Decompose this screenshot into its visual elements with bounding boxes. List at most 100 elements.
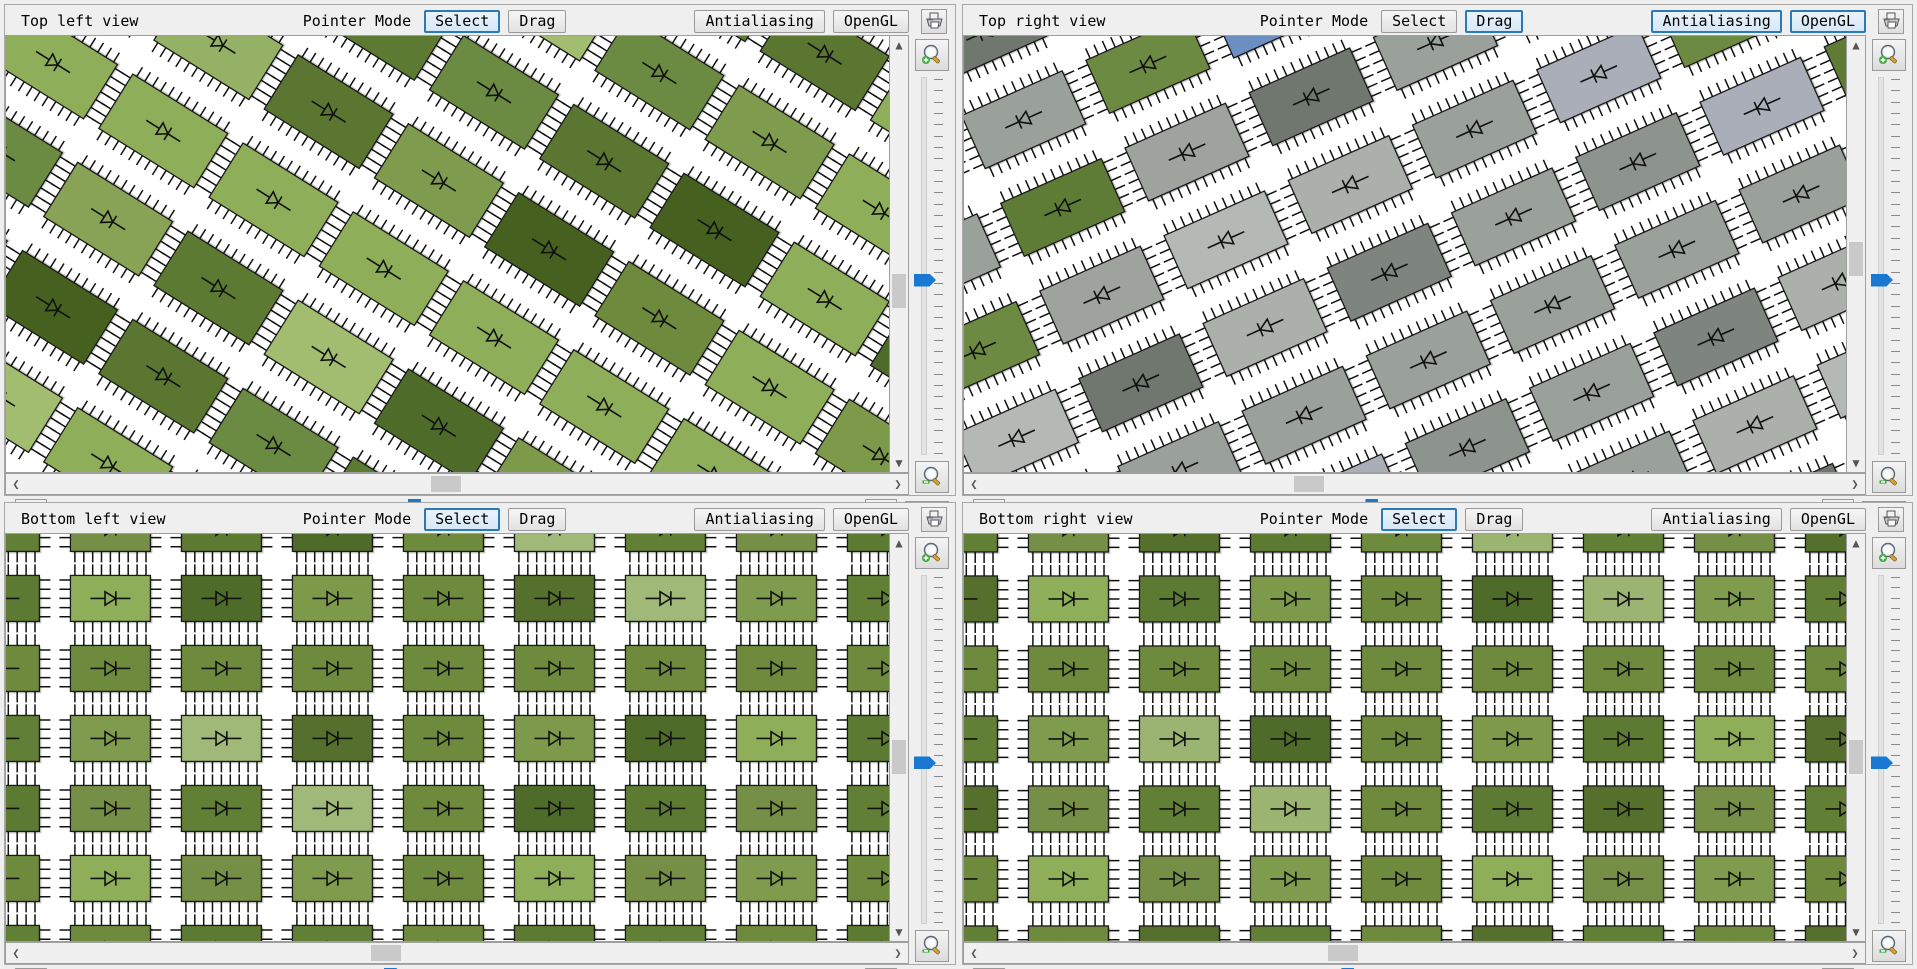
horizontal-scrollbar-thumb[interactable] xyxy=(431,476,462,492)
zoom-slider[interactable] xyxy=(1869,575,1909,924)
vertical-scrollbar-thumb[interactable] xyxy=(1849,242,1863,276)
scroll-up-icon[interactable]: ▲ xyxy=(1852,36,1859,54)
horizontal-scrollbar-track[interactable] xyxy=(26,943,888,963)
horizontal-scrollbar-track[interactable] xyxy=(984,943,1845,963)
horizontal-scrollbar[interactable]: ❮ ❯ xyxy=(5,473,909,495)
drag-button[interactable]: Drag xyxy=(508,9,567,33)
zoom-in-button[interactable] xyxy=(1872,39,1906,71)
antialiasing-button[interactable]: Antialiasing xyxy=(1651,507,1782,531)
zoom-in-button[interactable] xyxy=(1872,537,1906,569)
zoom-slider[interactable] xyxy=(1869,77,1909,455)
select-button[interactable]: Select xyxy=(1381,507,1458,531)
scroll-down-icon[interactable]: ▼ xyxy=(1852,454,1859,472)
pointer-mode-label: Pointer Mode xyxy=(302,510,412,528)
zoom-slider-knob[interactable] xyxy=(914,273,936,287)
zoom-slider-knob[interactable] xyxy=(1871,756,1893,770)
horizontal-scrollbar[interactable]: ❮ ❯ xyxy=(963,473,1866,495)
drag-button[interactable]: Drag xyxy=(1465,507,1524,531)
application-window: Top left view Pointer Mode Select Drag A… xyxy=(0,0,1917,969)
zoom-slider-ticks xyxy=(1891,79,1903,454)
scroll-left-icon[interactable]: ❮ xyxy=(6,477,26,491)
pointer-mode-label: Pointer Mode xyxy=(1259,510,1369,528)
magnifier-minus-icon xyxy=(922,935,940,955)
scene-canvas-top-left[interactable] xyxy=(5,35,889,473)
scene-canvas-top-right[interactable] xyxy=(963,35,1846,473)
vertical-scrollbar[interactable]: ▲ ▼ xyxy=(1846,533,1866,942)
select-button[interactable]: Select xyxy=(424,9,501,33)
rotation-control-row: 0 xyxy=(5,964,955,969)
zoom-slider[interactable] xyxy=(912,575,952,924)
scroll-left-icon[interactable]: ❮ xyxy=(964,477,984,491)
vertical-scrollbar-thumb[interactable] xyxy=(892,740,906,774)
vertical-scrollbar[interactable]: ▲ ▼ xyxy=(889,533,909,942)
select-button[interactable]: Select xyxy=(424,507,501,531)
drag-button[interactable]: Drag xyxy=(508,507,567,531)
horizontal-scrollbar[interactable]: ❮ ❯ xyxy=(5,942,909,964)
rotation-control-row: 0 xyxy=(963,964,1912,969)
zoom-in-button[interactable] xyxy=(915,39,949,71)
drag-button[interactable]: Drag xyxy=(1465,9,1524,33)
scene-canvas-bottom-left[interactable] xyxy=(5,533,889,942)
horizontal-scrollbar-track[interactable] xyxy=(26,474,888,494)
opengl-button[interactable]: OpenGL xyxy=(1789,9,1866,33)
zoom-out-button[interactable] xyxy=(1872,461,1906,493)
scroll-down-icon[interactable]: ▼ xyxy=(1852,923,1859,941)
zoom-in-button[interactable] xyxy=(915,537,949,569)
scroll-down-icon[interactable]: ▼ xyxy=(895,454,902,472)
horizontal-scrollbar-thumb[interactable] xyxy=(1328,945,1359,961)
print-button[interactable] xyxy=(1878,506,1904,532)
zoom-slider[interactable] xyxy=(912,77,952,455)
scroll-down-icon[interactable]: ▼ xyxy=(895,923,902,941)
select-button[interactable]: Select xyxy=(1381,9,1458,33)
canvas-wrap: ▲ ▼ xyxy=(963,35,1866,473)
canvas-column: ▲ ▼ ❮ ❯ xyxy=(5,35,909,495)
scroll-left-icon[interactable]: ❮ xyxy=(6,946,26,960)
zoom-out-button[interactable] xyxy=(915,930,949,962)
scroll-right-icon[interactable]: ❯ xyxy=(1845,477,1865,491)
panel-body: ▲ ▼ ❮ ❯ xyxy=(5,35,955,495)
printer-icon xyxy=(1882,510,1900,527)
horizontal-scrollbar[interactable]: ❮ ❯ xyxy=(963,942,1866,964)
magnifier-plus-icon xyxy=(1879,542,1897,562)
vertical-scrollbar-thumb[interactable] xyxy=(892,274,906,308)
horizontal-scrollbar-track[interactable] xyxy=(984,474,1845,494)
canvas-column: ▲ ▼ ❮ ❯ xyxy=(963,35,1866,495)
opengl-button[interactable]: OpenGL xyxy=(832,9,909,33)
panel-bottom-left: Bottom left view Pointer Mode Select Dra… xyxy=(4,502,956,969)
scroll-up-icon[interactable]: ▲ xyxy=(1852,534,1859,552)
horizontal-scrollbar-thumb[interactable] xyxy=(1293,476,1324,492)
canvas-column: ▲ ▼ ❮ ❯ xyxy=(963,533,1866,964)
vertical-scrollbar[interactable]: ▲ ▼ xyxy=(889,35,909,473)
printer-icon xyxy=(1882,12,1900,29)
magnifier-plus-icon xyxy=(922,542,940,562)
zoom-out-button[interactable] xyxy=(915,461,949,493)
magnifier-minus-icon xyxy=(922,466,940,486)
print-button[interactable] xyxy=(921,506,947,532)
antialiasing-button[interactable]: Antialiasing xyxy=(694,507,825,531)
zoom-slider-ticks xyxy=(934,577,946,923)
opengl-button[interactable]: OpenGL xyxy=(832,507,909,531)
panel-toolbar: Bottom left view Pointer Mode Select Dra… xyxy=(5,503,955,533)
scroll-up-icon[interactable]: ▲ xyxy=(895,534,902,552)
vertical-scrollbar[interactable]: ▲ ▼ xyxy=(1846,35,1866,473)
print-button[interactable] xyxy=(921,8,947,34)
scroll-right-icon[interactable]: ❯ xyxy=(888,946,908,960)
panel-toolbar: Top right view Pointer Mode Select Drag … xyxy=(963,5,1912,35)
scroll-right-icon[interactable]: ❯ xyxy=(888,477,908,491)
canvas-column: ▲ ▼ ❮ ❯ xyxy=(5,533,909,964)
scroll-left-icon[interactable]: ❮ xyxy=(964,946,984,960)
scene-canvas-bottom-right[interactable] xyxy=(963,533,1846,942)
scroll-up-icon[interactable]: ▲ xyxy=(895,36,902,54)
horizontal-scrollbar-thumb[interactable] xyxy=(370,945,401,961)
printer-icon xyxy=(925,510,943,527)
vertical-scrollbar-thumb[interactable] xyxy=(1849,740,1863,774)
zoom-slider-knob[interactable] xyxy=(1871,273,1893,287)
antialiasing-button[interactable]: Antialiasing xyxy=(1651,9,1782,33)
scroll-right-icon[interactable]: ❯ xyxy=(1845,946,1865,960)
zoom-out-button[interactable] xyxy=(1872,930,1906,962)
panel-toolbar: Bottom right view Pointer Mode Select Dr… xyxy=(963,503,1912,533)
opengl-button[interactable]: OpenGL xyxy=(1789,507,1866,531)
antialiasing-button[interactable]: Antialiasing xyxy=(694,9,825,33)
print-button[interactable] xyxy=(1878,8,1904,34)
zoom-slider-knob[interactable] xyxy=(914,756,936,770)
